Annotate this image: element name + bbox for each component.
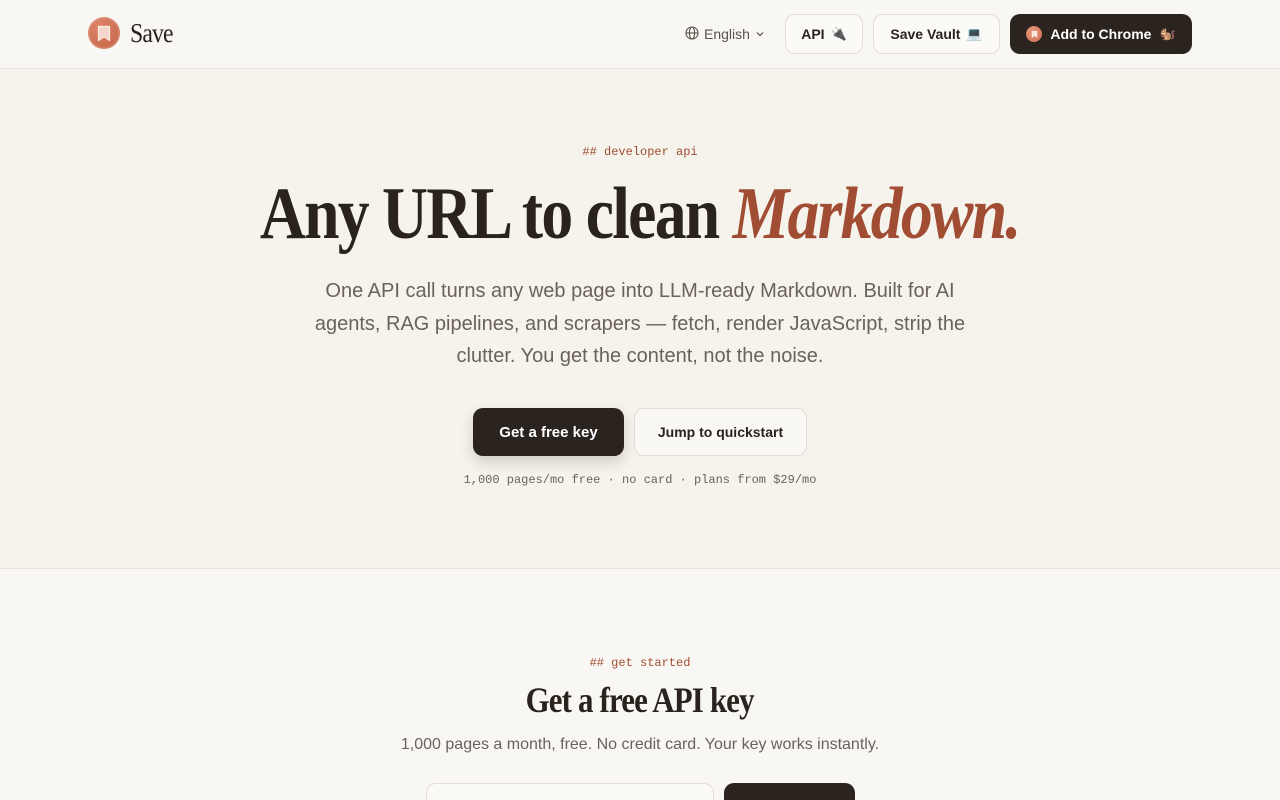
save-vault-button[interactable]: Save Vault 💻 <box>873 14 1000 54</box>
api-button[interactable]: API 🔌 <box>785 14 863 54</box>
get-started-title: Get a free API key <box>0 678 1280 722</box>
get-free-key-button[interactable]: Get a free key <box>473 408 624 456</box>
hero-section: ## developer api Any URL to clean Markdo… <box>0 69 1280 569</box>
site-header: Save English API 🔌 Save Vault 💻 Add to C… <box>0 0 1280 69</box>
get-started-eyebrow: ## get started <box>589 656 691 670</box>
bookmark-icon <box>88 17 120 49</box>
hero-eyebrow: ## developer api <box>582 145 698 159</box>
globe-icon <box>685 25 699 43</box>
hero-title: Any URL to clean Markdown. <box>0 169 1280 259</box>
get-started-description: 1,000 pages a month, free. No credit car… <box>400 736 880 753</box>
email-field[interactable] <box>426 783 714 800</box>
chipmunk-icon: 🐿️ <box>1159 26 1176 41</box>
chevron-down-icon <box>755 26 765 42</box>
add-to-chrome-label: Add to Chrome <box>1050 26 1152 42</box>
submit-key-button[interactable] <box>724 783 855 800</box>
hero-title-plain: Any URL to clean <box>260 173 733 255</box>
api-button-label: API <box>801 26 825 42</box>
save-vault-label: Save Vault <box>890 26 961 42</box>
laptop-icon: 💻 <box>966 26 983 41</box>
plug-icon: 🔌 <box>830 26 847 41</box>
brand-link[interactable]: Save <box>88 17 178 49</box>
bookmark-icon <box>1026 26 1043 42</box>
add-to-chrome-button[interactable]: Add to Chrome 🐿️ <box>1010 14 1192 54</box>
hero-description: One API call turns any web page into LLM… <box>314 280 966 367</box>
brand-name: Save <box>130 17 174 48</box>
jump-to-quickstart-button[interactable]: Jump to quickstart <box>634 408 807 456</box>
hero-title-accent: Markdown. <box>732 173 1022 255</box>
pricing-fineprint: 1,000 pages/mo free · no card · plans fr… <box>463 473 817 487</box>
language-selector[interactable]: English <box>685 24 765 44</box>
language-label: English <box>704 26 750 42</box>
get-started-title-text: Get a free API key <box>525 680 755 720</box>
